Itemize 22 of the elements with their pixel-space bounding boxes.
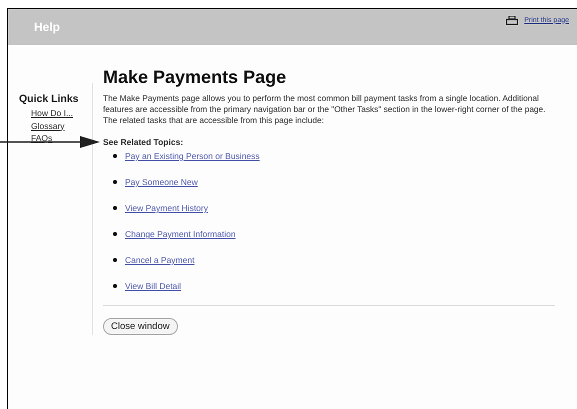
related-heading: See Related Topics: — [103, 137, 184, 147]
close-window-button[interactable]: Close window — [103, 318, 178, 335]
bullet-icon — [113, 284, 117, 288]
bullet-icon — [113, 232, 117, 236]
bullet-icon — [113, 206, 117, 210]
quick-link[interactable]: Glossary — [31, 120, 65, 132]
topic-link[interactable]: View Bill Detail — [125, 281, 182, 291]
page-title: Make Payments Page — [103, 67, 288, 88]
topic-link[interactable]: Change Payment Information — [125, 229, 236, 239]
sidebar-title: Quick Links — [19, 93, 79, 105]
quick-link[interactable]: FAQs — [31, 132, 52, 144]
topic-link[interactable]: Pay Someone New — [125, 177, 198, 187]
bullet-icon — [113, 258, 117, 262]
bullet-icon — [113, 180, 117, 184]
quick-link[interactable]: How Do I... — [31, 107, 74, 120]
topic-link[interactable]: View Payment History — [125, 203, 208, 213]
description-text: The Make Payments page allows you to perform the most common bill payment tasks from a single location. Additional features are accessible from the primary navigation bar or the "Other Tasks" section in the lower-right corner of the page. The related tasks that are accessible from this page include: — [103, 93, 546, 126]
help-title: Help — [34, 20, 60, 34]
topic-link[interactable]: Pay an Existing Person or Business — [125, 151, 260, 161]
topic-link[interactable]: Cancel a Payment — [125, 255, 194, 265]
printer-icon[interactable] — [506, 16, 518, 24]
bullet-icon — [113, 154, 117, 158]
